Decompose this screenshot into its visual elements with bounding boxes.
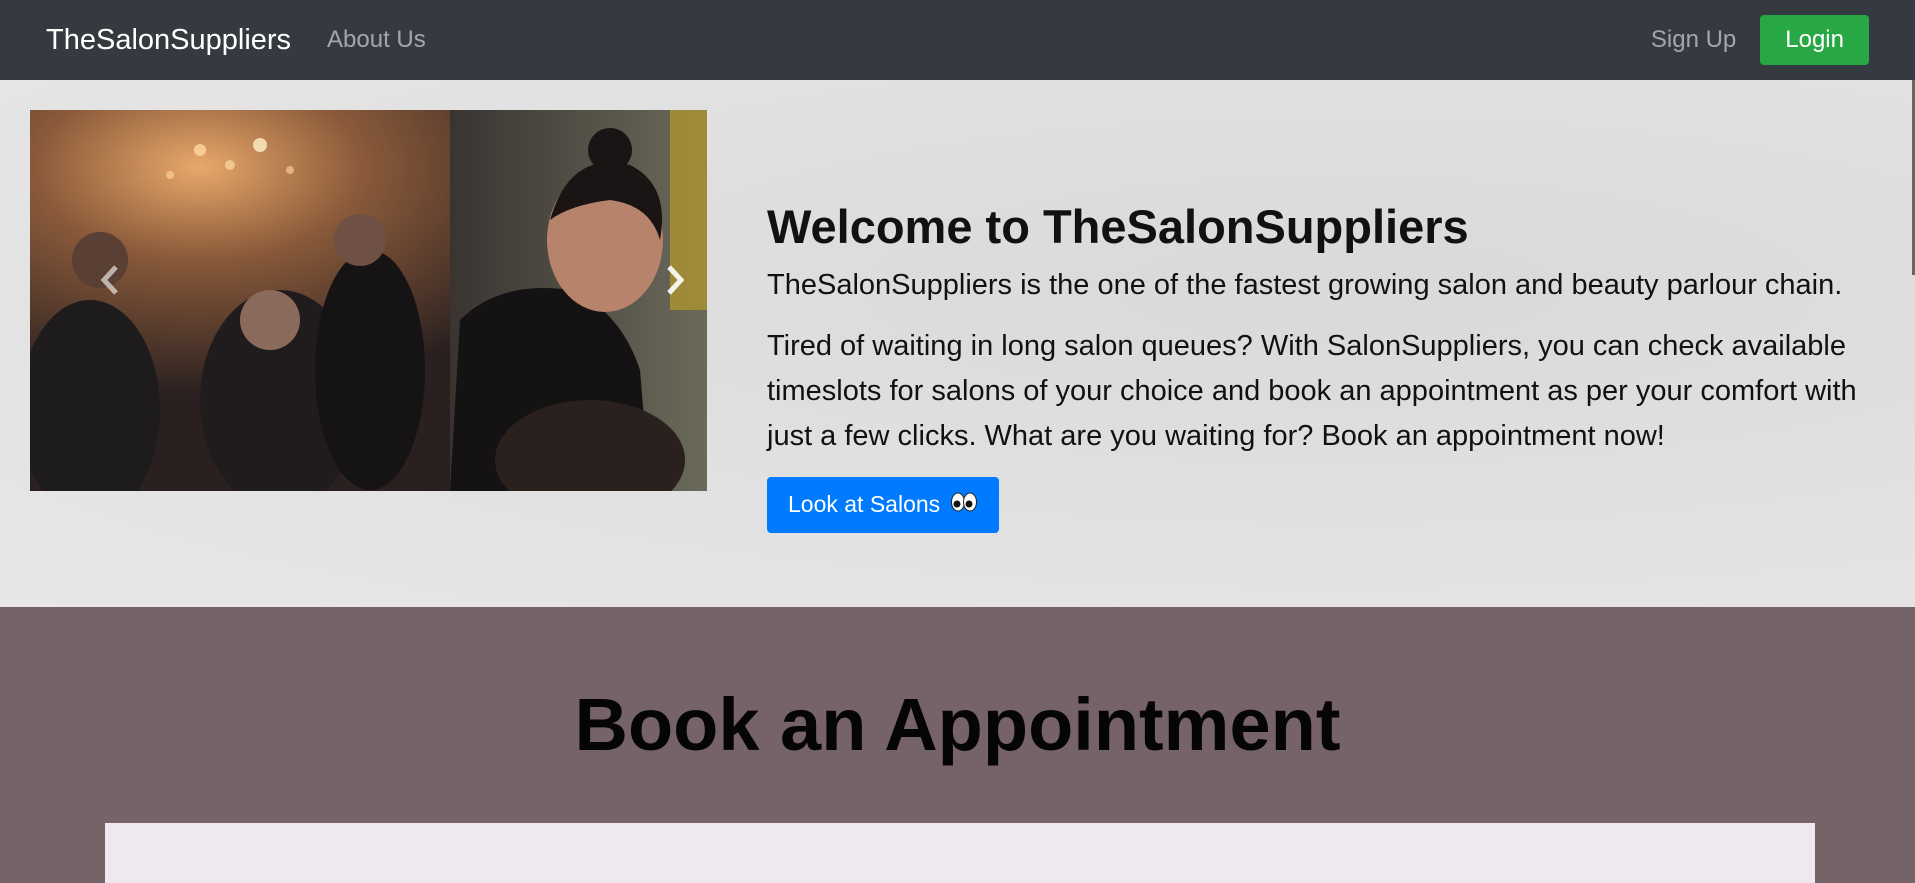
- navbar: TheSalonSuppliers About Us Sign Up Login: [0, 0, 1915, 80]
- chevron-right-icon: [667, 265, 685, 295]
- nav-right: Sign Up Login: [1651, 15, 1869, 65]
- salon-photo: [30, 110, 707, 491]
- hero-lead: TheSalonSuppliers is the one of the fast…: [767, 269, 1843, 302]
- booking-card: [105, 823, 1815, 883]
- eyes-icon: [950, 491, 978, 519]
- nav-about-us[interactable]: About Us: [327, 26, 426, 54]
- carousel-next-button[interactable]: [655, 260, 695, 300]
- book-section: Book an Appointment: [0, 607, 1915, 883]
- signup-link[interactable]: Sign Up: [1651, 26, 1736, 54]
- book-title: Book an Appointment: [574, 683, 1341, 766]
- hero-section: Welcome to TheSalonSuppliers TheSalonSup…: [0, 80, 1915, 607]
- hero-text: Welcome to TheSalonSuppliers TheSalonSup…: [767, 200, 1887, 533]
- look-at-salons-button[interactable]: Look at Salons: [767, 476, 1000, 533]
- hero-title: Welcome to TheSalonSuppliers: [767, 200, 1469, 253]
- carousel-prev-button[interactable]: [90, 260, 130, 300]
- cta-label: Look at Salons: [788, 491, 941, 518]
- brand-link[interactable]: TheSalonSuppliers: [46, 24, 291, 57]
- chevron-left-icon: [100, 265, 118, 295]
- image-carousel: [30, 110, 707, 491]
- login-button[interactable]: Login: [1760, 15, 1869, 65]
- hero-description: Tired of waiting in long salon queues? W…: [767, 330, 1857, 452]
